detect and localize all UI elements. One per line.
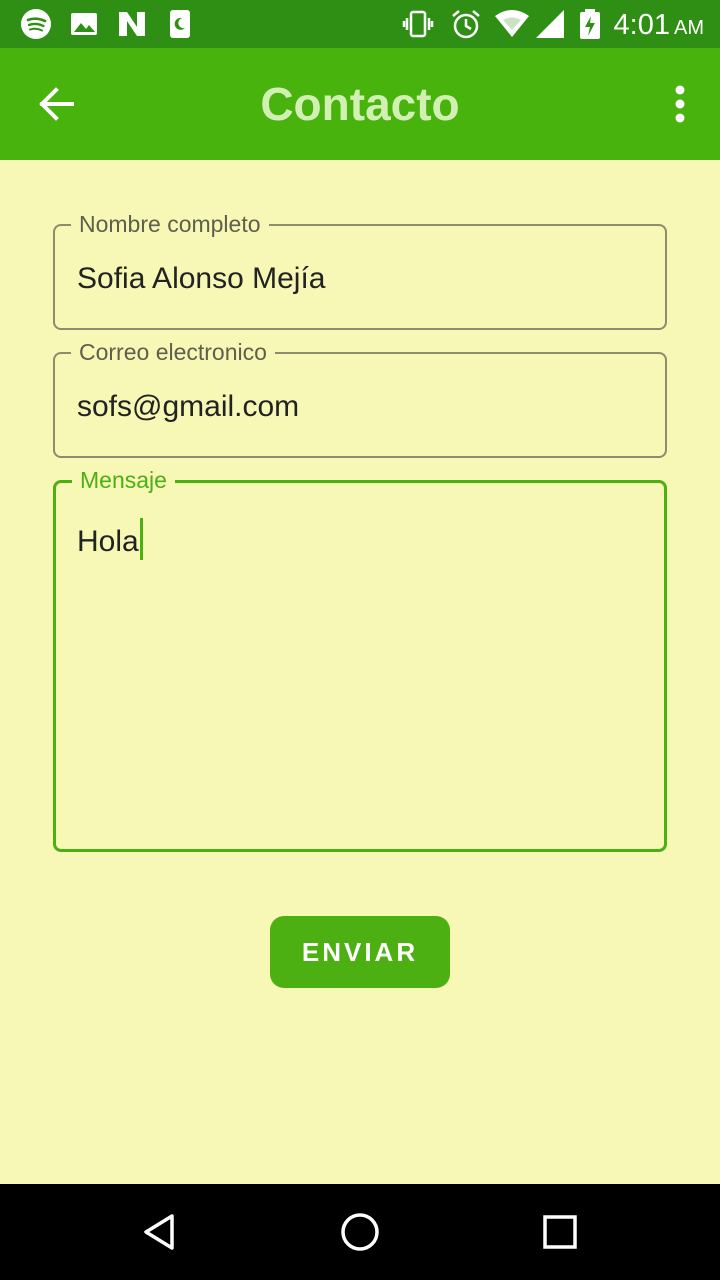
name-field-value: Sofia Alonso Mejía <box>77 262 326 295</box>
clock-ampm: AM <box>674 17 704 39</box>
image-icon <box>71 13 97 35</box>
message-field-value: Hola <box>77 525 139 558</box>
wifi-icon <box>495 10 529 37</box>
page-title: Contacto <box>260 78 460 130</box>
app-bar: Contacto <box>0 48 720 160</box>
news-icon <box>119 12 145 36</box>
sleep-icon <box>170 10 190 38</box>
back-triangle-icon[interactable] <box>136 1208 184 1256</box>
text-cursor <box>139 518 143 560</box>
message-field[interactable]: Mensaje Hola <box>53 467 667 852</box>
email-field[interactable]: Correo electronico sofs@gmail.com <box>53 339 667 458</box>
email-field-label: Correo electronico <box>71 339 275 365</box>
vibrate-icon <box>402 10 434 38</box>
name-field[interactable]: Nombre completo Sofia Alonso Mejía <box>53 211 667 330</box>
message-field-label: Mensaje <box>72 467 175 493</box>
more-vert-icon[interactable] <box>652 76 708 132</box>
navigation-bar <box>0 1184 720 1280</box>
spotify-icon <box>21 9 51 39</box>
signal-icon <box>536 10 564 38</box>
clock: 4:01 AM <box>613 8 704 41</box>
send-button[interactable]: ENVIAR <box>270 916 450 988</box>
message-field-value-wrap: Hola <box>77 518 143 560</box>
home-circle-icon[interactable] <box>336 1208 384 1256</box>
clock-time: 4:01 <box>613 9 670 41</box>
status-bar: 4:01 AM <box>0 0 720 48</box>
name-field-label: Nombre completo <box>71 211 269 237</box>
email-field-value: sofs@gmail.com <box>77 390 300 423</box>
alarm-icon <box>452 10 480 39</box>
recents-square-icon[interactable] <box>536 1208 584 1256</box>
battery-icon <box>580 9 600 39</box>
